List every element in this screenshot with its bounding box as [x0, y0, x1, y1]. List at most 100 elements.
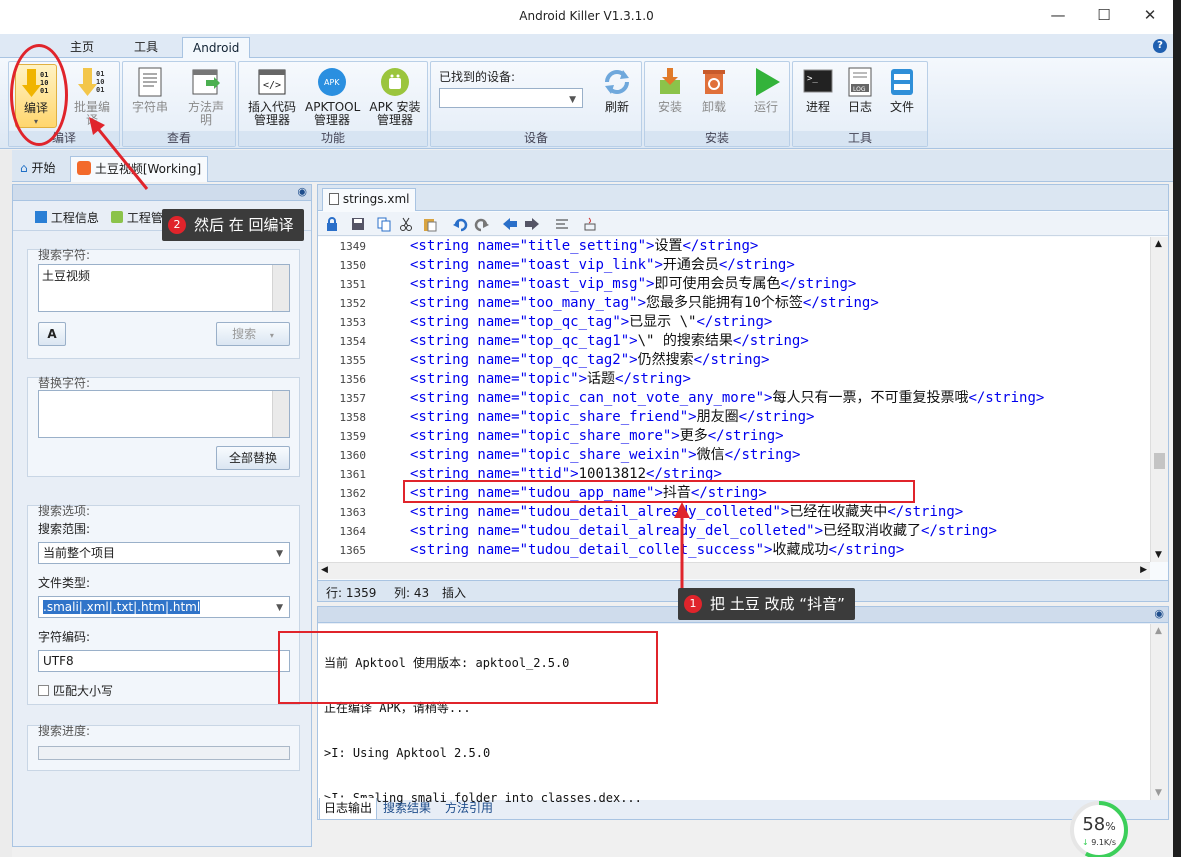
method-decl-button[interactable]: 方法声 明 — [185, 64, 227, 130]
scroll-up-icon[interactable]: ▲ — [1155, 626, 1162, 636]
arrow-left-icon[interactable] — [502, 216, 518, 232]
log-badge-text: LOG — [853, 86, 866, 93]
arrow-right-icon[interactable] — [524, 216, 540, 232]
code-horizontal-scrollbar[interactable]: ◀ ▶ — [318, 562, 1150, 579]
svg-text:01: 01 — [96, 86, 104, 94]
file-icon — [329, 193, 339, 205]
apktool-manager-button[interactable]: APK APKTOOL 管理器 — [305, 64, 360, 130]
string-key: topic_share_friend — [528, 409, 680, 425]
android-icon — [379, 66, 411, 98]
code-text: <string name="top_qc_tag1">\" 的搜索结果</str… — [410, 333, 809, 349]
string-value: 即可使用会员专属色 — [654, 276, 781, 292]
editor-toolbar — [318, 212, 1168, 236]
code-line[interactable]: 1357 <string name="topic_can_not_vote_any… — [318, 389, 1150, 408]
tab-start[interactable]: ⌂ 开始 — [14, 156, 61, 182]
replace-input-scrollbar[interactable] — [272, 391, 289, 437]
tab-method-references[interactable]: 方法引用 — [441, 798, 497, 820]
apk-install-label-2: 管理器 — [376, 113, 413, 127]
code-line[interactable]: 1359 <string name="topic_share_more">更多</… — [318, 427, 1150, 446]
close-button[interactable]: ✕ — [1127, 0, 1173, 32]
svg-text:10: 10 — [96, 78, 104, 86]
apk-install-manager-button[interactable]: APK 安装 管理器 — [367, 64, 423, 130]
method-decl-label-2: 明 — [199, 113, 212, 127]
replace-input[interactable] — [38, 390, 290, 438]
svg-text:</>: </> — [263, 80, 281, 91]
eye-icon[interactable]: ◉ — [297, 185, 307, 198]
code-line[interactable]: 1354 <string name="top_qc_tag1">\" 的搜索结果<… — [318, 332, 1150, 351]
refresh-button[interactable]: 刷新 — [597, 64, 637, 130]
eye-icon[interactable]: ◉ — [1154, 607, 1164, 620]
search-scope-select[interactable]: 当前整个项目 ▼ — [38, 542, 290, 564]
java-icon[interactable] — [582, 216, 598, 232]
scroll-right-icon[interactable]: ▶ — [1140, 565, 1147, 575]
code-text: <string name="topic_can_not_vote_any_mor… — [410, 390, 1045, 406]
code-vertical-scrollbar[interactable]: ▲ ▼ — [1150, 237, 1168, 562]
help-icon[interactable]: ? — [1153, 39, 1167, 53]
undo-icon[interactable] — [452, 216, 468, 232]
log-scrollbar[interactable]: ▲ ▼ — [1150, 624, 1168, 800]
uninstall-button[interactable]: 卸载 — [693, 64, 735, 130]
subtab-project-info[interactable]: 工程信息 — [35, 209, 99, 229]
copy-icon[interactable] — [376, 216, 392, 232]
code-line[interactable]: 1365 <string name="tudou_detail_collet_su… — [318, 541, 1150, 560]
lock-icon[interactable] — [324, 216, 340, 232]
tab-log-output[interactable]: 日志输出 — [319, 798, 378, 820]
log-button[interactable]: LOG 日志 — [839, 64, 881, 130]
tab-android[interactable]: Android — [182, 37, 251, 58]
code-tag-icon: </> — [256, 66, 288, 98]
scroll-down-icon[interactable]: ▼ — [1155, 550, 1162, 560]
string-key: tudou_detail_collet_success — [528, 542, 756, 558]
match-case-checkbox[interactable]: 匹配大小写 — [38, 682, 113, 699]
encoding-select[interactable]: UTF8 — [38, 650, 290, 672]
save-icon[interactable] — [350, 216, 366, 232]
scroll-up-icon[interactable]: ▲ — [1155, 239, 1162, 249]
code-text: <string name="topic">话题</string> — [410, 371, 691, 387]
code-line[interactable]: 1350 <string name="toast_vip_link">开通会员</… — [318, 256, 1150, 275]
ribbon-tab-bar: 主页 工具 Android ? — [0, 34, 1173, 58]
replace-all-button[interactable]: 全部替换 — [216, 446, 290, 470]
device-select[interactable]: ▼ — [439, 88, 583, 108]
code-line[interactable]: 1358 <string name="topic_share_friend">朋友… — [318, 408, 1150, 427]
apktool-label-2: 管理器 — [313, 113, 350, 127]
search-options-label: 搜索选项: — [38, 504, 91, 518]
insert-code-manager-button[interactable]: </> 插入代码 管理器 — [247, 64, 297, 130]
code-line[interactable]: 1356 <string name="topic">话题</string> — [318, 370, 1150, 389]
code-editor[interactable]: 1349 <string name="title_setting">设置</str… — [318, 237, 1150, 562]
file-button[interactable]: 文件 — [881, 64, 923, 130]
redo-icon[interactable] — [474, 216, 490, 232]
code-line[interactable]: 1352 <string name="too_many_tag">您最多只能拥有1… — [318, 294, 1150, 313]
code-line[interactable]: 1360 <string name="topic_share_weixin">微信… — [318, 446, 1150, 465]
code-line[interactable]: 1355 <string name="top_qc_tag2">仍然搜索</str… — [318, 351, 1150, 370]
code-line[interactable]: 1364 <string name="tudou_detail_already_d… — [318, 522, 1150, 541]
format-icon[interactable] — [554, 216, 570, 232]
string-key: top_qc_tag1 — [528, 333, 621, 349]
font-button[interactable]: A — [38, 322, 66, 346]
process-button[interactable]: >_ 进程 — [797, 64, 839, 130]
line-number: 1357 — [339, 392, 367, 405]
file-type-select[interactable]: .smali|.xml|.txt|.htm|.html ▼ — [38, 596, 290, 618]
method-export-icon — [190, 66, 222, 98]
code-line[interactable]: 1349 <string name="title_setting">设置</str… — [318, 237, 1150, 256]
search-button[interactable]: 搜索 ▾ — [216, 322, 290, 346]
run-button[interactable]: 运行 — [745, 64, 787, 130]
scroll-thumb[interactable] — [1154, 453, 1165, 469]
scroll-down-icon[interactable]: ▼ — [1155, 788, 1162, 798]
line-number: 1359 — [339, 430, 367, 443]
code-line[interactable]: 1353 <string name="top_qc_tag">已显示 \"</st… — [318, 313, 1150, 332]
install-button[interactable]: 安装 — [649, 64, 691, 130]
cut-icon[interactable] — [398, 216, 414, 232]
minimize-button[interactable]: — — [1035, 0, 1081, 32]
tab-tools[interactable]: 工具 — [124, 37, 168, 58]
tab-home[interactable]: 主页 — [60, 37, 104, 58]
scroll-left-icon[interactable]: ◀ — [321, 565, 328, 575]
callout-recompile: 2 然后 在 回编译 — [162, 209, 304, 241]
code-line[interactable]: 1363 <string name="tudou_detail_already_c… — [318, 503, 1150, 522]
tab-search-results[interactable]: 搜索结果 — [379, 798, 435, 820]
code-line[interactable]: 1351 <string name="toast_vip_msg">即可使用会员专… — [318, 275, 1150, 294]
paste-icon[interactable] — [422, 216, 438, 232]
search-input[interactable]: 土豆视频 — [38, 264, 290, 312]
tab-strings-xml[interactable]: strings.xml — [322, 188, 417, 211]
maximize-button[interactable]: ☐ — [1081, 0, 1127, 32]
search-input-scrollbar[interactable] — [272, 265, 289, 311]
string-value: 已经在收藏夹中 — [789, 504, 888, 520]
